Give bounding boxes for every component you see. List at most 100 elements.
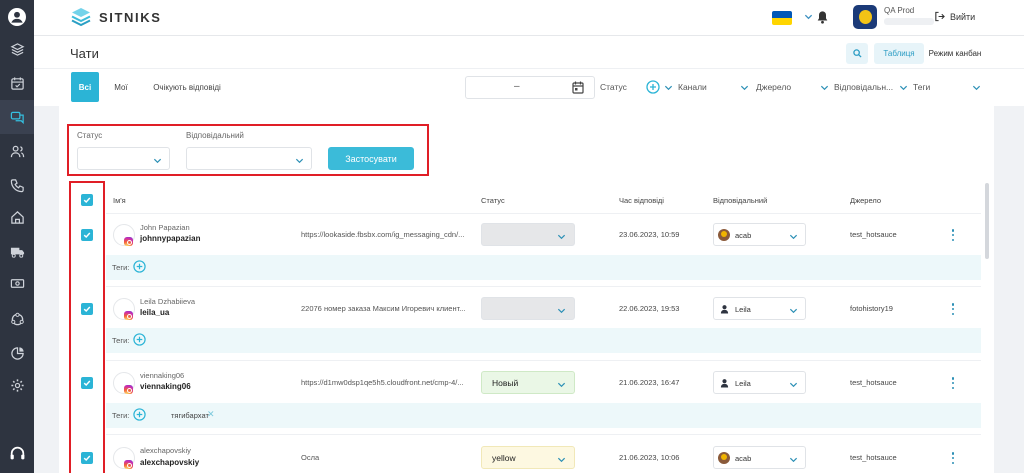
page-title: Чати [70,46,99,61]
company-avatar[interactable] [853,5,877,29]
logout-button[interactable]: Вийти [934,11,975,22]
more-actions-icon[interactable] [950,452,956,464]
select-all-checkbox[interactable] [81,194,93,206]
date-range-input[interactable]: – [465,76,595,99]
instagram-icon [124,311,133,320]
tags-row: Теги: [106,328,981,353]
status-select[interactable] [481,297,575,320]
contact-username[interactable]: leila_ua [140,308,169,317]
flag-ua-icon[interactable] [772,11,792,25]
tab-awaiting-reply[interactable]: Очікують відповіді [142,72,232,102]
filter-channels-label[interactable]: Канали [678,82,707,92]
contact-username[interactable]: johnnypapazian [140,234,200,243]
filter-status-select[interactable] [77,147,170,170]
chevron-down-icon[interactable] [804,12,813,21]
chevron-down-icon[interactable] [664,83,673,92]
sidebar-item-delivery[interactable] [0,234,34,268]
sidebar-item-finance[interactable] [0,266,34,300]
tab-all[interactable]: Всі [71,72,99,102]
chevron-down-icon [557,234,566,240]
responsible-name: Leila [735,305,751,314]
more-actions-icon[interactable] [950,229,956,241]
scrollbar[interactable] [985,183,989,259]
filter-responsible-select[interactable] [186,147,312,170]
calendar-icon[interactable] [572,81,584,94]
row-checkbox[interactable] [81,377,93,389]
row-checkbox[interactable] [81,303,93,315]
reply-time: 22.06.2023, 19:53 [619,304,680,313]
chevron-down-icon [789,308,798,314]
add-tag-icon[interactable] [133,333,146,346]
filter-responsible-label[interactable]: Відповідальн... [834,82,893,92]
sidebar-item-warehouse[interactable] [0,200,34,234]
status-select[interactable]: yellow [481,446,575,469]
chevron-down-icon[interactable] [972,83,981,92]
check-icon [83,380,91,387]
row-checkbox[interactable] [81,452,93,464]
checkbox-highlight [69,181,105,473]
more-actions-icon[interactable] [950,377,956,389]
contact-name: John Papazian [140,223,190,232]
chevron-down-icon[interactable] [820,83,829,92]
add-tag-icon[interactable] [133,260,146,273]
user-icon [720,379,729,388]
last-message[interactable]: 22076 номер заказа Максим Игоревич клиен… [301,304,473,313]
view-kanban-button[interactable]: Режим канбан [927,43,983,64]
filter-tags-label[interactable]: Теги [913,82,930,92]
more-actions-icon[interactable] [950,303,956,315]
row-checkbox[interactable] [81,229,93,241]
tag-chip[interactable]: тягибархат [171,411,209,420]
contact-username[interactable]: viennaking06 [140,382,191,391]
add-channel-icon[interactable] [646,80,660,94]
sidebar-item-support[interactable] [0,436,34,470]
chevron-down-icon [789,382,798,388]
chevron-down-icon[interactable] [740,83,749,92]
tab-mine[interactable]: Мої [110,72,132,102]
chevron-down-icon[interactable] [899,83,908,92]
search-button[interactable] [846,43,868,64]
last-message[interactable]: Осла [301,453,473,462]
apply-button[interactable]: Застосувати [328,147,414,170]
header-time: Час відповіді [619,196,664,205]
responsible-select[interactable]: acab [713,223,806,246]
contact-name: Leila Dzhabiieva [140,297,196,306]
sidebar-item-calls[interactable] [0,168,34,202]
bell-icon[interactable] [816,10,829,24]
brand-name: SITNIKS [99,9,162,25]
truck-icon [10,247,24,258]
status-select[interactable]: Новый [481,371,575,394]
last-message[interactable]: https://lookaside.fbsbx.com/ig_messaging… [301,230,473,239]
sidebar-item-chats[interactable] [0,100,34,134]
user-subtitle-placeholder [884,18,934,25]
remove-tag-icon[interactable]: ✕ [207,409,215,420]
check-icon [83,455,91,462]
responsible-select[interactable]: acab [713,446,806,469]
responsible-select[interactable]: Leila [713,371,806,394]
instagram-icon [124,385,133,394]
responsible-select[interactable]: Leila [713,297,806,320]
pie-chart-icon [10,346,24,360]
sidebar-item-calendar[interactable] [0,66,34,100]
add-tag-icon[interactable] [133,408,146,421]
sidebar-item-integrations[interactable] [0,302,34,336]
chat-icon [10,111,24,124]
sidebar-item-analytics[interactable] [0,336,34,370]
contact-username[interactable]: alexchapovskiy [140,458,199,467]
chevron-down-icon [295,158,304,164]
sidebar-profile[interactable] [0,0,34,34]
sidebar-item-products[interactable] [0,32,34,66]
last-message[interactable]: https://d1mw0dsp1qe5h5.cloudfront.net/cm… [301,378,473,387]
user-name[interactable]: QA Prod [884,6,914,15]
brand-logo[interactable]: SITNIKS [70,7,161,27]
users-icon [10,145,24,157]
sidebar-item-clients[interactable] [0,134,34,168]
view-table-button[interactable]: Таблиця [874,43,924,64]
responsible-name: acab [735,231,752,240]
sidebar-item-settings[interactable] [0,368,34,402]
contact-name: viennaking06 [140,371,185,380]
user-icon [720,305,729,314]
header-status: Статус [481,196,505,205]
status-select[interactable] [481,223,575,246]
filter-source-label[interactable]: Джерело [756,82,791,92]
filter-status-label[interactable]: Статус [600,82,627,92]
